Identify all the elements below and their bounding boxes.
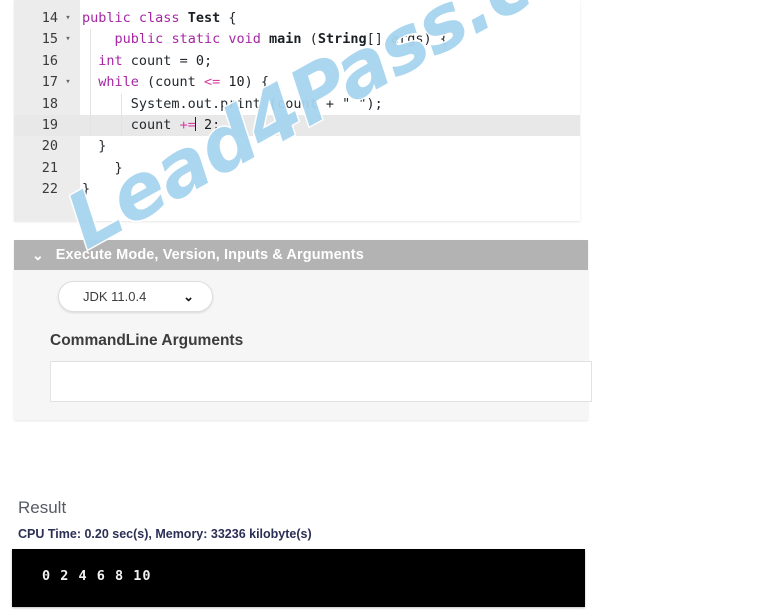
execute-panel-header[interactable]: ⌄ Execute Mode, Version, Inputs & Argume… (14, 240, 588, 270)
fold-arrow-icon[interactable]: ▾ (63, 29, 73, 50)
code-text: public static void main (String[] args) … (114, 31, 448, 48)
execute-settings-panel: ⌄ Execute Mode, Version, Inputs & Argume… (14, 240, 592, 420)
line-number: 19 (41, 116, 58, 133)
console-output-text: 0 2 4 6 8 10 (42, 568, 152, 584)
fold-arrow-icon[interactable]: ▾ (63, 8, 73, 29)
console-output-box: 0 2 4 6 8 10 (12, 549, 585, 607)
code-text: public class Test { (82, 10, 237, 26)
execute-panel-title: Execute Mode, Version, Inputs & Argument… (55, 247, 364, 263)
code-text: count += 2; (130, 116, 221, 133)
fold-arrow-icon[interactable]: ▾ (63, 72, 73, 93)
code-text: int count = 0; (98, 52, 213, 69)
execute-panel-body: JDK 11.0.4 ⌄ CommandLine Arguments (14, 270, 592, 420)
code-text: } (82, 181, 91, 198)
code-line[interactable]: 15 ▾ public static void main (String[] a… (14, 29, 580, 51)
line-number: 17 (41, 74, 58, 91)
line-number: 15 (41, 31, 58, 48)
line-number: 20 (41, 138, 58, 155)
code-text: while (count <= 10) { (98, 74, 270, 91)
code-text: } (114, 159, 123, 176)
jdk-version-value: JDK 11.0.4 (83, 289, 147, 304)
code-editor[interactable]: 14 ▾ public class Test { 15 ▾ public sta… (14, 0, 580, 221)
line-number: 16 (41, 52, 58, 69)
chevron-down-icon: ⌄ (183, 289, 194, 304)
result-heading: Result (18, 498, 67, 517)
commandline-arguments-label: CommandLine Arguments (50, 332, 244, 349)
code-line[interactable]: 18 System.out.print (count + " "); (14, 93, 580, 115)
line-number: 22 (41, 181, 58, 198)
line-number: 14 (41, 10, 58, 26)
code-line[interactable]: 17 ▾ while (count <= 10) { (14, 72, 580, 94)
chevron-down-icon[interactable]: ⌄ (32, 248, 44, 262)
jdk-version-select[interactable]: JDK 11.0.4 ⌄ (58, 281, 213, 312)
code-line[interactable]: 16 int count = 0; (14, 50, 580, 73)
code-line[interactable]: 22 } (14, 179, 580, 200)
commandline-arguments-input[interactable] (50, 361, 592, 402)
code-line[interactable]: 14 ▾ public class Test { (14, 8, 580, 29)
line-number: 18 (41, 95, 58, 112)
code-line-list: 14 ▾ public class Test { 15 ▾ public sta… (14, 8, 580, 201)
code-text: System.out.print (count + " "); (130, 95, 383, 112)
code-line-active[interactable]: 19 count += 2; (14, 114, 580, 137)
code-text: } (98, 138, 107, 155)
code-line[interactable]: 21 } (14, 158, 580, 179)
line-number: 21 (41, 159, 58, 176)
result-stats: CPU Time: 0.20 sec(s), Memory: 33236 kil… (18, 527, 312, 541)
code-line[interactable]: 20 } (14, 136, 580, 157)
